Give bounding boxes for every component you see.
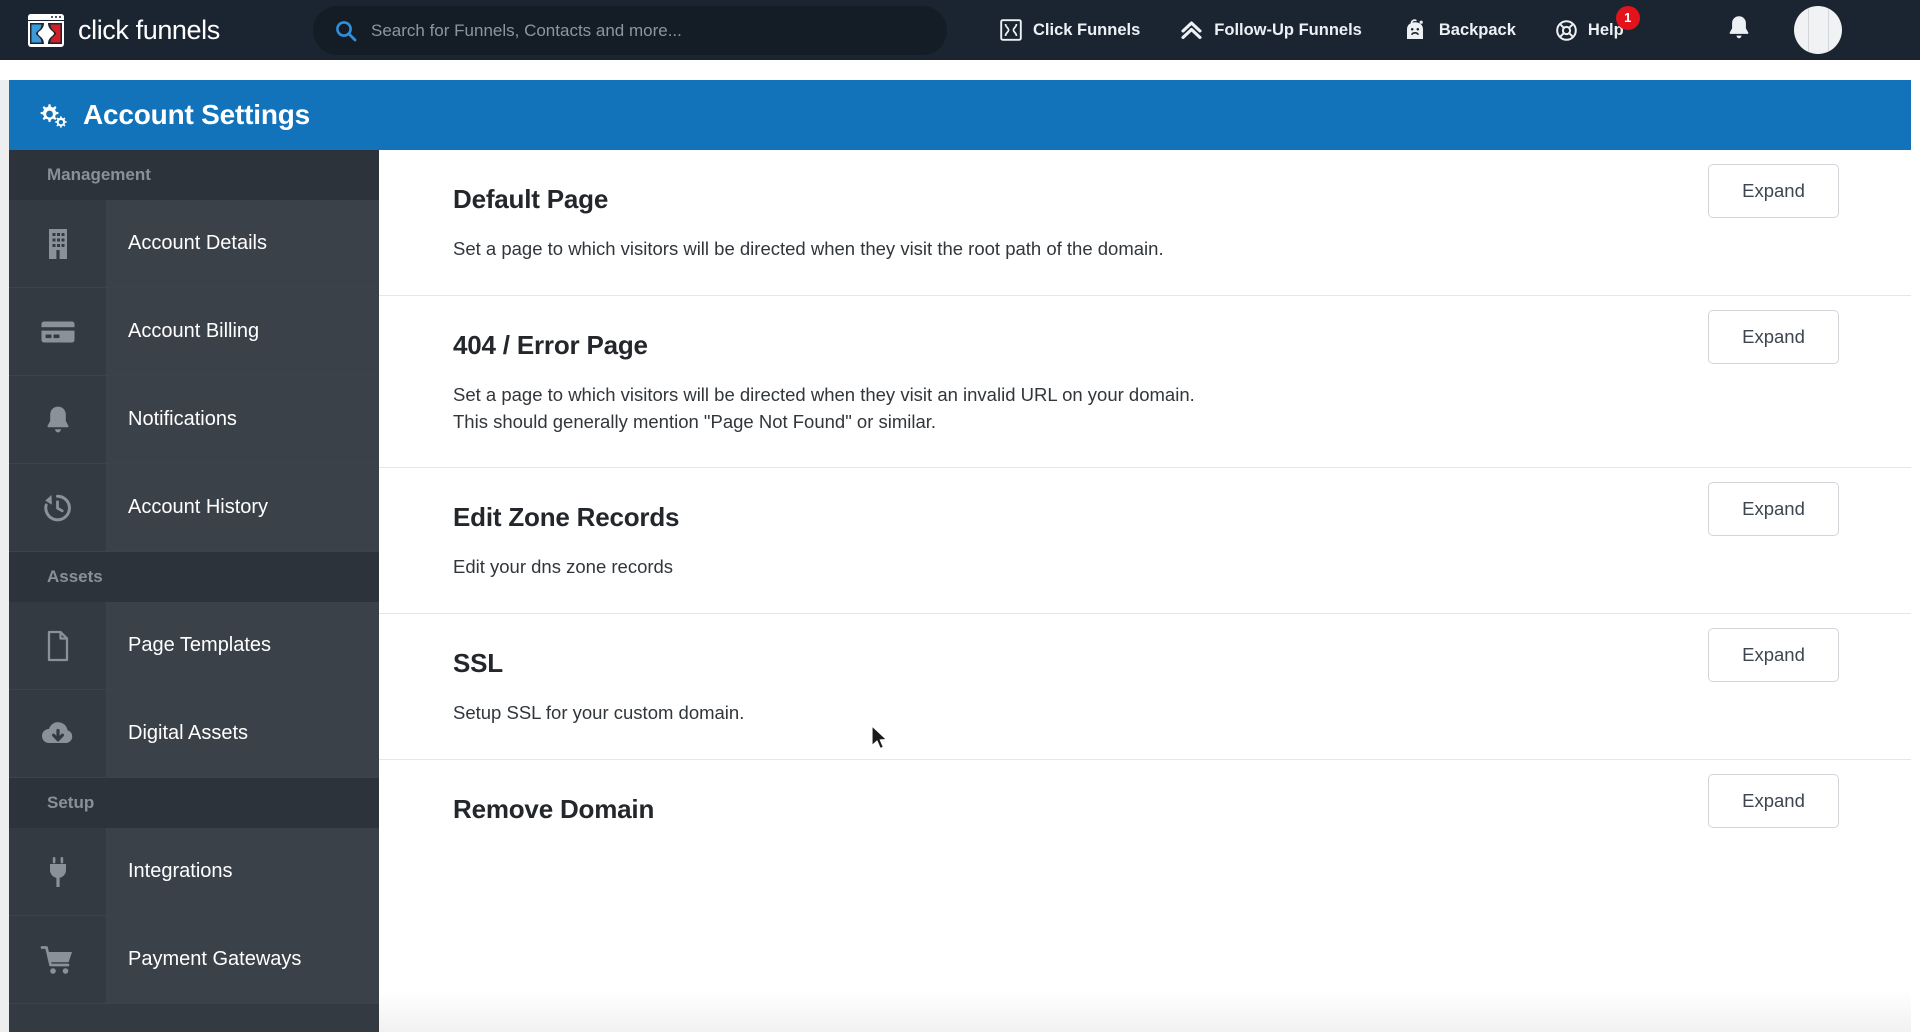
chevron-double-up-icon [1180,19,1203,41]
sidebar-label-notifications: Notifications [107,376,379,463]
nav-label-click-funnels: Click Funnels [1033,20,1141,39]
sidebar-item-notifications[interactable]: Notifications [9,376,379,464]
section-description-404-error-page: Set a page to which visitors will be dir… [453,383,1195,405]
section-description-ssl: Setup SSL for your custom domain. [453,702,745,724]
search-icon [335,20,357,42]
expand-button-edit-zone-records[interactable]: Expand [1708,482,1839,537]
sidebar-item-account-details[interactable]: Account Details [9,200,379,288]
left-page-edge [0,80,9,1032]
bell-icon [1726,14,1752,46]
expand-button-ssl[interactable]: Expand [1708,628,1839,683]
sidebar-item-page-templates[interactable]: Page Templates [9,602,379,690]
sidebar-group-setup: Setup [9,778,379,828]
sidebar-label-account-history: Account History [107,464,379,551]
nav-item-backpack[interactable]: Backpack [1402,18,1516,42]
expand-button-default-page[interactable]: Expand [1708,164,1839,218]
clickfunnels-logo-icon [28,13,64,47]
sidebar-label-digital-assets: Digital Assets [107,690,379,777]
global-search[interactable] [313,6,947,55]
settings-sidebar: Management Account Details Account Billi… [9,150,379,1032]
brand-home-link[interactable]: click funnels [28,13,220,47]
gears-icon [34,100,68,130]
expand-button-404-error-page[interactable]: Expand [1708,309,1839,364]
sidebar-item-account-billing[interactable]: Account Billing [9,288,379,376]
cloud-download-icon [9,690,107,777]
plug-icon [9,828,107,915]
sidebar-item-digital-assets[interactable]: Digital Assets [9,690,379,778]
nav-item-click-funnels[interactable]: Click Funnels [1000,19,1140,41]
history-clock-icon [9,464,107,551]
section-description2-404-error-page: This should generally mention "Page Not … [453,410,937,432]
section-default-page: Expand Default Page Set a page to which … [379,150,1911,296]
section-title-404-error-page: 404 / Error Page [453,329,648,360]
document-icon [9,602,107,689]
section-title-default-page: Default Page [453,184,609,214]
sidebar-group-assets: Assets [9,552,379,602]
brand-name: click funnels [78,14,220,45]
lifebuoy-icon [1556,19,1577,41]
credit-card-icon [9,288,107,375]
help-badge: 1 [1615,5,1640,30]
sidebar-label-page-templates: Page Templates [107,602,379,689]
sidebar-item-integrations[interactable]: Integrations [9,828,379,916]
expand-button-remove-domain[interactable]: Expand [1708,774,1839,829]
top-nav-items: Click Funnels Follow-Up Funnels Backpack… [1000,0,1664,60]
nav-label-follow-up-funnels: Follow-Up Funnels [1214,20,1362,39]
section-title-remove-domain: Remove Domain [453,794,655,825]
section-description-edit-zone-records: Edit your dns zone records [453,556,674,578]
avatar[interactable] [1794,6,1842,54]
section-title-ssl: SSL [453,648,503,679]
section-404-error-page: Expand 404 / Error Page Set a page to wh… [379,296,1911,469]
sidebar-group-management: Management [9,150,379,200]
nav-item-help[interactable]: Help 1 [1556,5,1640,41]
nav-label-backpack: Backpack [1438,20,1516,39]
sidebar-item-payment-gateways[interactable]: Payment Gateways [9,916,379,1004]
backpack-icon [1402,18,1428,42]
section-edit-zone-records: Expand Edit Zone Records Edit your dns z… [379,468,1911,615]
sidebar-label-account-details: Account Details [107,200,379,287]
building-icon [9,200,107,287]
section-title-edit-zone-records: Edit Zone Records [453,502,680,533]
shopping-cart-icon [9,916,107,1003]
settings-content: Expand Default Page Set a page to which … [379,150,1911,1032]
click-funnels-icon [1000,19,1022,41]
search-input[interactable] [371,20,925,41]
page-title: Account Settings [83,99,311,130]
notifications-bell-button[interactable] [1726,14,1752,46]
bell-icon [9,376,107,463]
nav-item-follow-up-funnels[interactable]: Follow-Up Funnels [1180,19,1362,41]
top-navigation-bar: click funnels Click Funnels [0,0,1920,60]
sidebar-label-payment-gateways: Payment Gateways [107,916,379,1003]
section-ssl: Expand SSL Setup SSL for your custom dom… [379,614,1911,761]
sidebar-label-integrations: Integrations [107,828,379,915]
section-description-default-page: Set a page to which visitors will be dir… [453,238,1164,259]
section-remove-domain: Expand Remove Domain [379,760,1911,878]
sidebar-label-account-billing: Account Billing [107,288,379,375]
page-header: Account Settings [9,80,1911,150]
sidebar-item-account-history[interactable]: Account History [9,464,379,552]
